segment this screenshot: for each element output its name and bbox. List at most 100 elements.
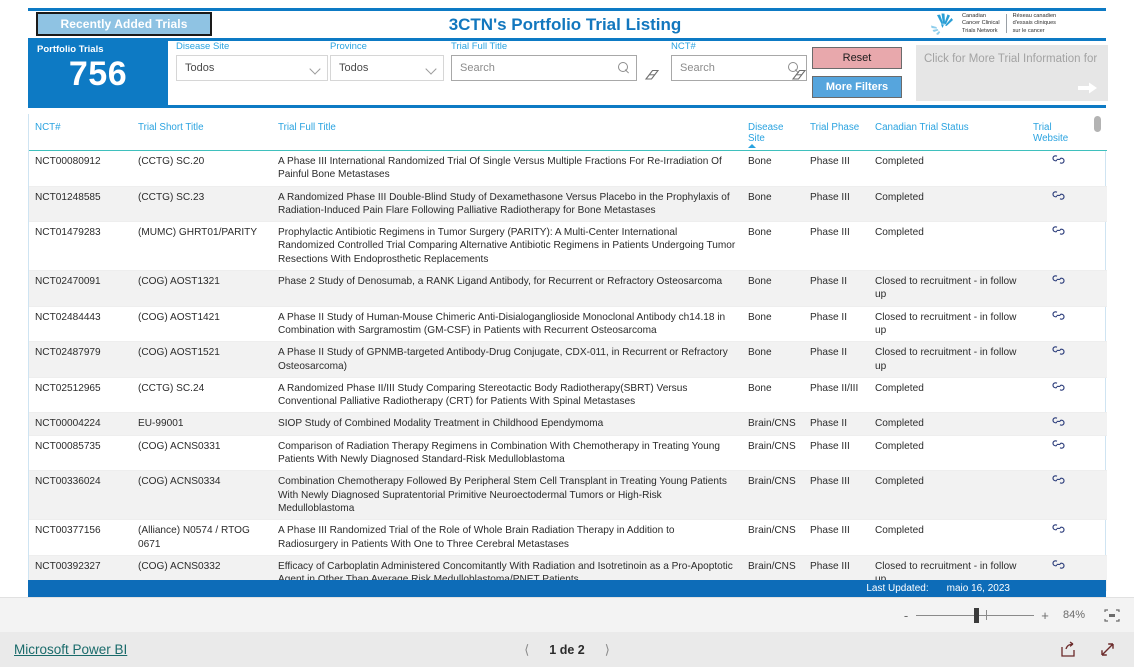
chevron-left-icon[interactable]: ⟨ <box>524 642 529 658</box>
more-trial-information-text: Click for More Trial Information for <box>924 53 1098 65</box>
cell-nct: NCT02487979 <box>29 341 132 378</box>
cell-trial-full-title: Prophylactic Antibiotic Regimens in Tumo… <box>272 221 742 272</box>
nct-search-input[interactable]: Search <box>671 55 807 81</box>
link-icon[interactable] <box>1051 382 1065 391</box>
table-header-row: NCT# Trial Short Title Trial Full Title … <box>29 114 1107 151</box>
cell-trial-full-title: SIOP Study of Combined Modality Treatmen… <box>272 412 742 436</box>
table-row[interactable]: NCT00004224 EU-99001 SIOP Study of Combine… <box>29 412 1107 436</box>
table-row[interactable]: NCT01479283 (MUMC) GHRT01/PARITY Prophylac… <box>29 221 1107 272</box>
column-header-trial-phase[interactable]: Trial Phase <box>804 114 869 151</box>
clear-nct-eraser-icon[interactable] <box>791 68 807 82</box>
cell-trial-website[interactable] <box>1027 186 1089 223</box>
logo-fr-line3: sur le cancer <box>1012 27 1045 34</box>
link-icon[interactable] <box>1051 226 1065 235</box>
table-row[interactable]: NCT00377156 (Alliance) N0574 / RTOG 0671 A… <box>29 519 1107 556</box>
link-icon[interactable] <box>1051 155 1065 164</box>
cell-trial-short-title: (MUMC) GHRT01/PARITY <box>132 221 272 272</box>
link-icon[interactable] <box>1051 417 1065 427</box>
powerbi-brand-link[interactable]: Microsoft Power BI <box>14 642 127 657</box>
link-icon[interactable] <box>1051 475 1065 485</box>
column-header-nct[interactable]: NCT# <box>29 114 132 151</box>
cell-trial-website[interactable] <box>1027 435 1089 472</box>
cell-canadian-trial-status: Completed <box>869 150 1027 187</box>
cell-trial-website[interactable] <box>1027 470 1089 521</box>
table-row[interactable]: NCT02484443 (COG) AOST1421 A Phase II Stud… <box>29 306 1107 343</box>
kpi-portfolio-trials: Portfolio Trials 756 <box>28 41 168 105</box>
fullscreen-icon[interactable] <box>1099 641 1116 658</box>
column-header-trial-website[interactable]: Trial Website <box>1027 114 1089 151</box>
cell-trial-website[interactable] <box>1027 306 1089 343</box>
link-icon[interactable] <box>1051 275 1065 284</box>
trial-listing-table: NCT# Trial Short Title Trial Full Title … <box>28 114 1107 667</box>
cell-nct: NCT00080912 <box>29 150 132 187</box>
cell-nct: NCT02512965 <box>29 377 132 414</box>
filter-trial-full-title: Trial Full Title Search <box>451 41 637 81</box>
cell-trial-website[interactable] <box>1027 221 1089 272</box>
cell-trial-full-title: Comparison of Radiation Therapy Regimens… <box>272 435 742 472</box>
cell-disease-site: Bone <box>742 270 804 307</box>
link-icon[interactable] <box>1051 560 1065 569</box>
cell-nct: NCT00336024 <box>29 470 132 521</box>
table-row[interactable]: NCT00085735 (COG) ACNS0331 Comparison of R… <box>29 435 1107 472</box>
cell-trial-short-title: (COG) ACNS0334 <box>132 470 272 521</box>
column-header-trial-full-title[interactable]: Trial Full Title <box>272 114 742 151</box>
power-bi-report-page: Recently Added Trials 3CTN's Portfolio T… <box>0 0 1134 667</box>
cell-nct: NCT02484443 <box>29 306 132 343</box>
zoom-slider[interactable] <box>916 608 1034 623</box>
scrollbar-thumb[interactable] <box>1094 116 1101 132</box>
link-icon[interactable] <box>1051 190 1065 200</box>
link-icon[interactable] <box>1051 440 1065 449</box>
cell-canadian-trial-status: Completed <box>869 221 1027 272</box>
column-header-trial-short-title[interactable]: Trial Short Title <box>132 114 272 151</box>
province-dropdown[interactable]: Todos <box>330 55 444 81</box>
table-vertical-scrollbar[interactable] <box>1094 116 1101 578</box>
clear-trial-full-title-eraser-icon[interactable] <box>644 68 660 82</box>
cell-trial-website[interactable] <box>1027 270 1089 307</box>
column-header-disease-site[interactable]: Disease Site <box>742 114 804 151</box>
cell-canadian-trial-status: Completed <box>869 412 1027 436</box>
table-row[interactable]: NCT02512965 (CCTG) SC.24 A Randomized Phas… <box>29 377 1107 414</box>
tab-recently-added-trials[interactable]: Recently Added Trials <box>36 12 212 36</box>
filter-province-label: Province <box>330 41 367 52</box>
cell-trial-short-title: (CCTG) SC.23 <box>132 186 272 223</box>
logo-en-line3: Trials Network <box>962 27 998 34</box>
filter-disease-site-label: Disease Site <box>176 41 230 52</box>
link-icon[interactable] <box>1051 524 1065 533</box>
column-header-canadian-trial-status[interactable]: Canadian Trial Status <box>869 114 1027 151</box>
cell-disease-site: Bone <box>742 221 804 272</box>
cell-trial-phase: Phase II <box>804 270 869 307</box>
cell-nct: NCT00004224 <box>29 412 132 436</box>
cell-canadian-trial-status: Completed <box>869 519 1027 556</box>
cell-disease-site: Bone <box>742 186 804 223</box>
cell-trial-short-title: (CCTG) SC.20 <box>132 150 272 187</box>
fit-to-page-icon[interactable] <box>1104 608 1120 622</box>
table-row[interactable]: NCT02470091 (COG) AOST1321 Phase 2 Study o… <box>29 270 1107 307</box>
trial-full-title-search-input[interactable]: Search <box>451 55 637 81</box>
table-row[interactable]: NCT01248585 (CCTG) SC.23 A Randomized Phas… <box>29 186 1107 223</box>
link-icon[interactable] <box>1051 310 1065 320</box>
zoom-in-button[interactable]: + <box>1038 608 1052 623</box>
zoom-slider-handle[interactable] <box>974 608 979 623</box>
cell-trial-website[interactable] <box>1027 412 1089 436</box>
cell-trial-phase: Phase III <box>804 221 869 272</box>
cell-trial-website[interactable] <box>1027 377 1089 414</box>
zoom-out-button[interactable]: - <box>900 608 912 623</box>
share-icon[interactable] <box>1060 641 1077 658</box>
cell-trial-website[interactable] <box>1027 341 1089 378</box>
more-filters-button[interactable]: More Filters <box>812 76 902 98</box>
link-icon[interactable] <box>1051 346 1065 355</box>
disease-site-dropdown[interactable]: Todos <box>176 55 328 81</box>
cell-trial-short-title: (COG) AOST1321 <box>132 270 272 307</box>
table-row[interactable]: NCT00080912 (CCTG) SC.20 A Phase III Inter… <box>29 150 1107 187</box>
table-row[interactable]: NCT02487979 (COG) AOST1521 A Phase II Stud… <box>29 341 1107 378</box>
table-row[interactable]: NCT00336024 (COG) ACNS0334 Combination Che… <box>29 470 1107 521</box>
page-navigation: ⟨ 1 de 2 ⟩ <box>0 642 1134 658</box>
reset-button[interactable]: Reset <box>812 47 902 69</box>
chevron-right-icon[interactable]: ⟩ <box>605 642 610 658</box>
cell-trial-full-title: A Phase II Study of GPNMB-targeted Antib… <box>272 341 742 378</box>
cell-trial-phase: Phase II <box>804 341 869 378</box>
cell-trial-website[interactable] <box>1027 519 1089 556</box>
trial-full-title-placeholder: Search <box>460 62 495 74</box>
cell-trial-website[interactable] <box>1027 150 1089 187</box>
more-trial-information-card[interactable]: Click for More Trial Information for <box>916 45 1108 101</box>
